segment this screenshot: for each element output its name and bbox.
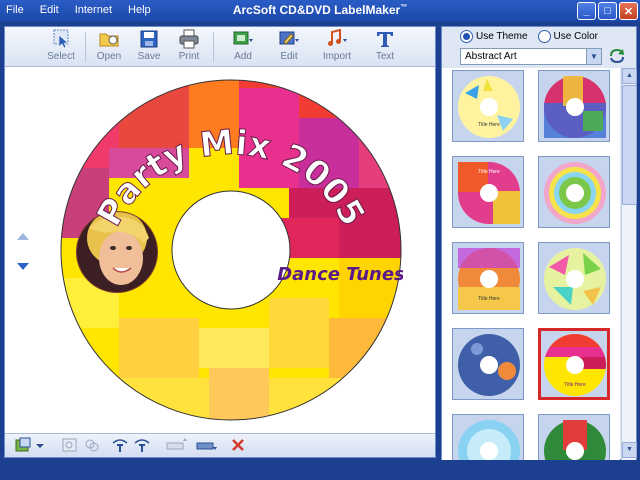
import-button[interactable]: Import: [317, 29, 357, 62]
bottom-toolbar: [5, 433, 435, 457]
save-label: Save: [137, 51, 161, 62]
rotate-left-icon[interactable]: [111, 437, 129, 453]
print-button[interactable]: Print: [169, 29, 209, 62]
chevron-down-icon[interactable]: ▼: [586, 49, 601, 64]
text-label: Text: [375, 51, 395, 62]
theme-select-value: Abstract Art: [465, 51, 517, 62]
thumbnail-title-text: Title Here: [564, 382, 586, 388]
previous-label-arrow-icon[interactable]: [17, 233, 29, 240]
theme-thumbnail[interactable]: [452, 328, 524, 400]
edit-image-icon: [279, 31, 299, 45]
disc-subtitle-text[interactable]: Dance Tunes: [277, 264, 403, 285]
disc-thumbnail: [458, 334, 520, 396]
music-note-icon: [328, 29, 347, 46]
printer-icon: [179, 29, 199, 49]
disc-thumbnail: [544, 420, 606, 460]
thumbnail-scrollbar[interactable]: ▲ ▼: [621, 68, 637, 460]
thumbnail-title-text: Title Here: [478, 122, 500, 128]
disc-thumbnail: Title Here: [544, 334, 606, 396]
theme-thumbnail[interactable]: [538, 242, 610, 314]
next-label-arrow-icon[interactable]: [17, 263, 29, 270]
app-title: ArcSoft CD&DVD LabelMaker™: [0, 3, 640, 17]
add-image-icon: [233, 31, 253, 45]
theme-thumbnail[interactable]: [452, 414, 524, 460]
refresh-icon[interactable]: [608, 47, 626, 65]
disc-thumbnail: Title Here: [458, 76, 520, 138]
select-label: Select: [47, 51, 75, 62]
use-theme-radio[interactable]: [460, 30, 473, 43]
label-canvas[interactable]: Party Mix 2005 Dance Tunes: [5, 68, 435, 432]
disc-thumbnail: Title Here: [458, 162, 520, 224]
scroll-down-icon[interactable]: ▼: [622, 442, 637, 458]
trademark-mark: ™: [400, 4, 408, 11]
open-button[interactable]: Open: [89, 29, 129, 62]
theme-thumbnail[interactable]: Title Here: [452, 156, 524, 228]
bring-forward-icon[interactable]: [165, 437, 189, 453]
maximize-button[interactable]: □: [598, 2, 617, 20]
theme-thumbnail[interactable]: [538, 156, 610, 228]
dropdown-arrow-icon[interactable]: [35, 437, 45, 453]
zoom-in-icon[interactable]: [61, 437, 79, 453]
print-label: Print: [178, 51, 200, 62]
window-controls: _ □ ✕: [577, 2, 638, 20]
theme-thumbnail[interactable]: Title Here: [452, 70, 524, 142]
zoom-out-icon[interactable]: [83, 437, 101, 453]
theme-panel: Use Theme Use Color Abstract Art ▼ Title…: [441, 26, 637, 460]
minimize-button[interactable]: _: [577, 2, 596, 20]
use-color-label[interactable]: Use Color: [554, 31, 598, 42]
status-bar: [0, 462, 640, 480]
thumbnail-title-text: Title Here: [478, 296, 500, 302]
edit-button[interactable]: Edit: [269, 29, 309, 62]
design-pane: Select Open Save Print Add Edit Import T…: [4, 26, 436, 458]
use-color-radio[interactable]: [537, 30, 551, 43]
theme-thumbnail-selected[interactable]: Title Here: [538, 328, 610, 400]
disc-label[interactable]: Party Mix 2005 Dance Tunes: [59, 78, 403, 422]
title-bar: File Edit Internet Help ArcSoft CD&DVD L…: [0, 0, 640, 22]
delete-icon[interactable]: [229, 437, 247, 453]
disc-thumbnail: [544, 162, 606, 224]
disc-thumbnail: [458, 420, 520, 460]
rotate-right-icon[interactable]: [133, 437, 151, 453]
select-tool[interactable]: Select: [41, 29, 81, 62]
theme-thumbnail-grid: Title Here Title Here Title Here Title H…: [442, 68, 620, 460]
toolbar: Select Open Save Print Add Edit Import T…: [5, 27, 435, 67]
open-label: Open: [96, 51, 122, 62]
add-label: Add: [234, 51, 252, 62]
theme-mode-row: Use Theme Use Color: [460, 30, 598, 43]
disc-thumbnail: Title Here: [458, 248, 520, 310]
edit-label: Edit: [280, 51, 298, 62]
disc-thumbnail: [544, 248, 606, 310]
save-button[interactable]: Save: [129, 29, 169, 62]
text-icon: [377, 32, 393, 47]
scrollbar-thumb[interactable]: [622, 85, 637, 205]
text-tool[interactable]: Text: [365, 29, 405, 62]
disc-thumbnail: [544, 76, 606, 138]
theme-thumbnail[interactable]: [538, 414, 610, 460]
theme-select[interactable]: Abstract Art ▼: [460, 48, 602, 65]
close-button[interactable]: ✕: [619, 2, 638, 20]
theme-thumbnail[interactable]: Title Here: [452, 242, 524, 314]
disc-center-hole: [171, 190, 291, 310]
thumbnail-title-text: Title Here: [478, 169, 500, 175]
app-title-text: ArcSoft CD&DVD LabelMaker: [232, 3, 401, 17]
folder-icon: [99, 33, 119, 47]
use-theme-label[interactable]: Use Theme: [476, 31, 528, 42]
select-icon: [53, 29, 69, 49]
add-button[interactable]: Add: [223, 29, 263, 62]
send-backward-icon[interactable]: [195, 437, 219, 453]
floppy-icon: [140, 30, 158, 48]
background-layer-icon[interactable]: [15, 437, 33, 453]
theme-thumbnail[interactable]: [538, 70, 610, 142]
import-label: Import: [322, 51, 352, 62]
scroll-up-icon[interactable]: ▲: [622, 68, 637, 84]
